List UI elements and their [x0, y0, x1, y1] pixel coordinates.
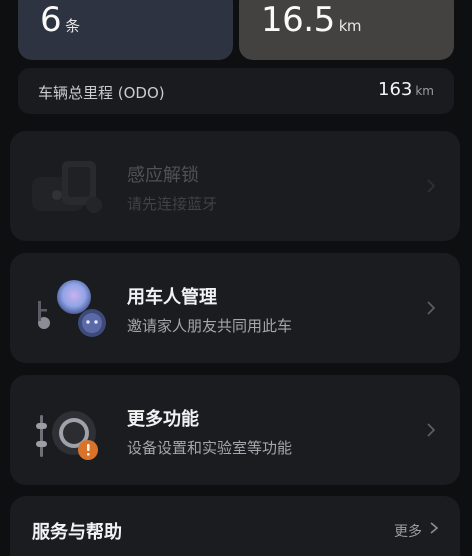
chevron-right-icon — [427, 179, 436, 193]
odometer-label: 车辆总里程 (ODO) — [38, 84, 165, 102]
more-features-subtitle: 设备设置和实验室等功能 — [127, 439, 293, 457]
phone-key-icon — [32, 161, 102, 213]
proximity-unlock-subtitle: 请先连接蓝牙 — [127, 195, 218, 213]
chevron-right-icon — [427, 301, 436, 315]
stat-distance-unit: km — [338, 17, 362, 35]
user-management-card[interactable]: 用车人管理 邀请家人朋友共同用此车 — [10, 253, 460, 363]
stat-card-distance[interactable]: 16.5 km — [239, 0, 454, 60]
service-help-title: 服务与帮助 — [32, 522, 122, 543]
chevron-right-icon[interactable] — [428, 520, 440, 536]
user-management-title: 用车人管理 — [127, 287, 217, 308]
proximity-unlock-title: 感应解锁 — [127, 165, 199, 186]
odometer-value: 163 km — [378, 79, 434, 100]
stat-count-value: 6条 — [40, 0, 80, 40]
settings-lab-icon — [36, 411, 98, 460]
stat-card-count[interactable]: 6条 — [18, 0, 233, 60]
user-management-subtitle: 邀请家人朋友共同用此车 — [127, 317, 293, 335]
odometer-row: 车辆总里程 (ODO) 163 km — [18, 68, 454, 114]
service-more-link[interactable]: 更多 — [394, 521, 422, 541]
chevron-right-icon — [427, 423, 436, 437]
more-features-title: 更多功能 — [127, 409, 199, 430]
proximity-unlock-card[interactable]: 感应解锁 请先连接蓝牙 — [10, 131, 460, 241]
odometer-unit: km — [415, 84, 434, 98]
stat-count-unit: 条 — [65, 17, 80, 35]
service-help-section: 服务与帮助 更多 — [10, 496, 460, 556]
more-features-card[interactable]: 更多功能 设备设置和实验室等功能 — [10, 375, 460, 485]
stat-distance-value: 16.5 km — [261, 0, 362, 40]
users-key-icon — [38, 280, 106, 337]
